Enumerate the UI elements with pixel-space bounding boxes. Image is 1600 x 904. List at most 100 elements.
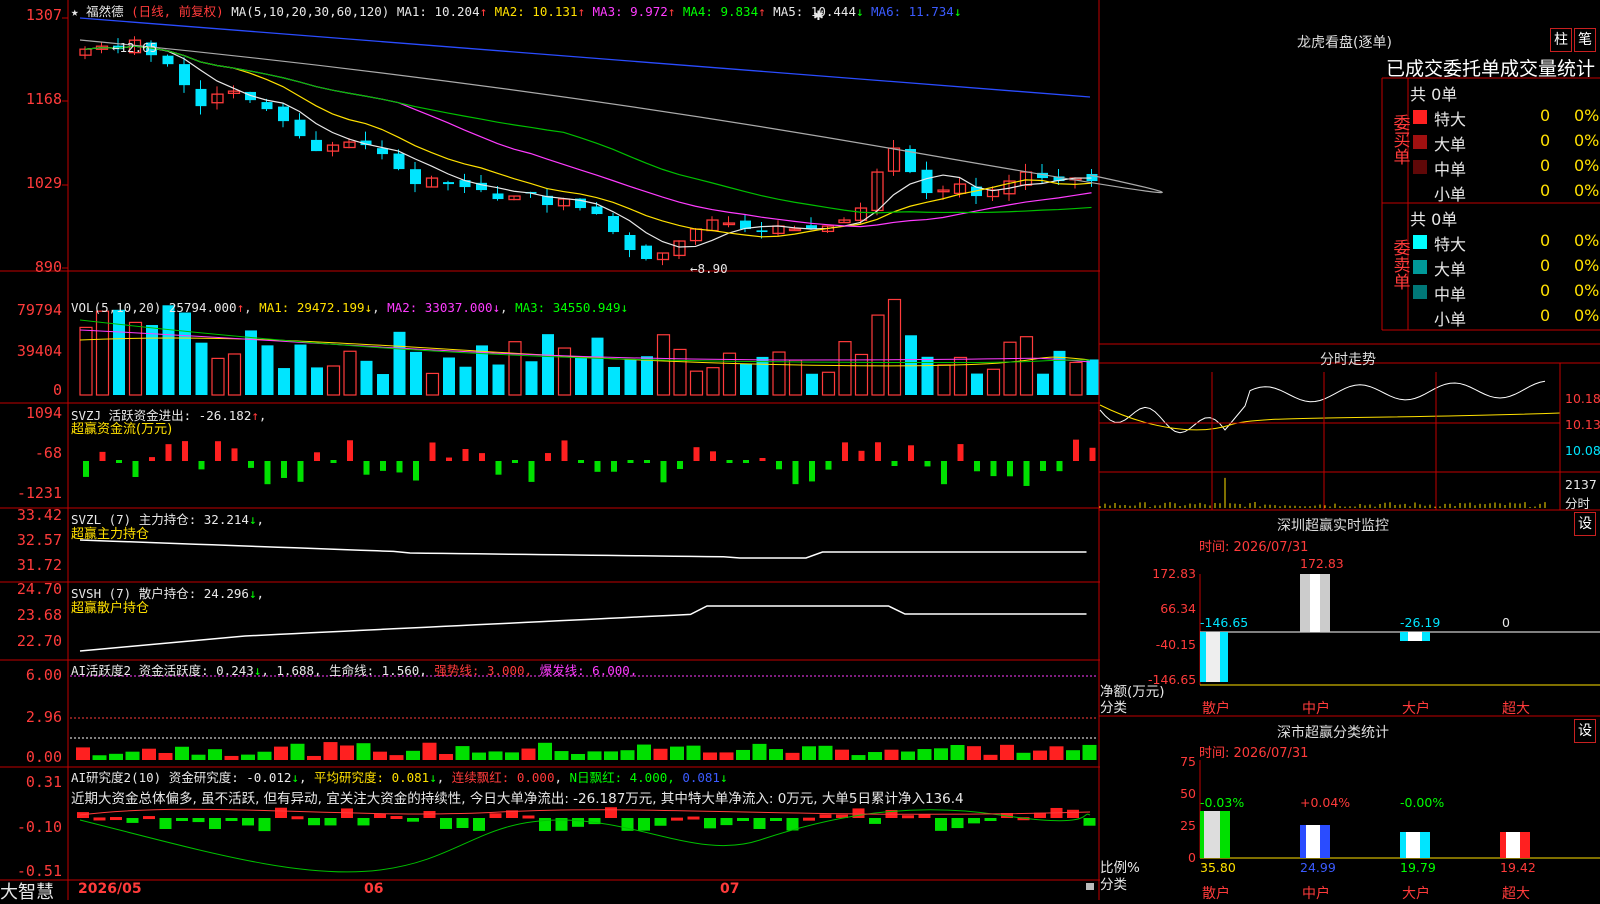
research-bar (176, 818, 188, 821)
category-label: 中户 (1302, 701, 1330, 717)
candle (377, 148, 388, 155)
category-label: 散户 (1202, 701, 1230, 717)
volume-bar (986, 368, 1001, 396)
flow-bar (149, 457, 155, 461)
activity-bar (142, 748, 156, 760)
candle (311, 139, 322, 152)
research-bar (225, 818, 238, 821)
annot-high: ←12.65 (112, 40, 158, 55)
activity-bar (736, 749, 750, 760)
flow-bar (726, 460, 733, 463)
classify-settings-button[interactable]: 设 (1574, 719, 1596, 743)
volume-bar (492, 364, 505, 395)
axis-svzj-2: -68 (34, 444, 62, 462)
legend-swatch (1413, 285, 1427, 299)
axis-price-2: 1168 (25, 90, 62, 108)
axis-svsh-3: 22.70 (16, 632, 62, 650)
flow-bar (1023, 461, 1030, 486)
volume-bar (887, 298, 902, 396)
flow-bar (1089, 447, 1096, 461)
order-type-label: 小单 (1434, 185, 1467, 204)
svzj-subtitle: 超赢资金流(万元) (71, 422, 173, 437)
activity-bar (1016, 752, 1031, 760)
intraday-vol-label: 分时 (1565, 496, 1591, 511)
volume-bar (689, 370, 704, 396)
flow-bar (347, 440, 353, 461)
activity-bar (604, 751, 618, 760)
svsh-subtitle: 超赢散户持仓 (71, 601, 150, 616)
ma-line (84, 45, 1092, 238)
activity-bar (439, 753, 453, 760)
research-bar (968, 818, 980, 824)
flow-bar (132, 461, 139, 478)
order-qty: 0 (1540, 131, 1551, 150)
candle (756, 230, 768, 233)
flow-bar (281, 461, 287, 478)
monitor-axis-1: 172.83 (1152, 566, 1196, 581)
flow-bar (825, 461, 832, 470)
research-bar (753, 818, 766, 829)
activity-bar (538, 742, 552, 760)
classify-bar (1506, 832, 1520, 858)
activity-bar (703, 752, 717, 760)
volume-bar (740, 363, 752, 395)
flow-bar (314, 452, 320, 461)
monitor-xlabel: 分类 (1100, 700, 1127, 716)
classify-axis-2: 50 (1180, 786, 1196, 801)
order-qty: 0 (1540, 181, 1551, 200)
ma-value-3: MA3: 9.972↑ (585, 4, 676, 19)
flow-bar (99, 451, 106, 461)
activity-bar (257, 751, 272, 760)
volume-bar (806, 373, 818, 395)
chart-canvas[interactable] (0, 0, 1600, 900)
classify-bar (1306, 825, 1320, 858)
classify-value-label: 35.80 (1200, 860, 1236, 875)
research-bar (93, 817, 106, 821)
intraday-axis-2: 10.13 (1565, 417, 1600, 432)
category-label: 大户 (1402, 886, 1430, 902)
buy-total: 共 0单 (1410, 85, 1458, 104)
order-pct: 0% (1574, 131, 1600, 150)
candle (410, 169, 421, 185)
volume-bar (1003, 341, 1017, 396)
research-bar (687, 816, 700, 820)
candle (294, 119, 306, 137)
research-bar (654, 818, 667, 826)
activity-bar (241, 754, 255, 760)
monitor-value-label: 172.83 (1300, 556, 1344, 571)
star-icon[interactable]: ★ (71, 4, 79, 19)
axis-ai1-1: 6.00 (25, 666, 62, 684)
flow-bar (776, 461, 782, 470)
classify-change-label: -0.00% (1400, 795, 1445, 810)
activity-bar (1082, 744, 1097, 760)
candle (393, 153, 405, 170)
activity-bar (1000, 744, 1014, 760)
classify-title: 深市超赢分类统计 (1277, 725, 1389, 741)
research-bar (110, 817, 122, 821)
research-bar (704, 818, 716, 829)
research-bar (374, 813, 386, 818)
volume-bar (772, 351, 786, 396)
monitor-settings-button[interactable]: 设 (1574, 512, 1596, 536)
activity-bar (884, 749, 899, 760)
ma-values: MA1: 10.204↑ MA2: 10.131↑ MA3: 9.972↑ MA… (397, 4, 962, 19)
research-bar (423, 811, 436, 818)
candle (261, 102, 273, 110)
period-label[interactable]: (日线, 前复权) (131, 4, 224, 19)
candle (591, 206, 603, 215)
volume-bar (261, 345, 274, 395)
activity-bar (719, 752, 734, 760)
flow-bar (908, 445, 914, 461)
marker-icon: ✱ (813, 9, 824, 24)
category-label: 散户 (1202, 886, 1230, 902)
axis-ai1-2: 2.96 (25, 708, 62, 726)
research-bar (489, 813, 502, 818)
activity-bar (323, 742, 338, 760)
tick-mode-button[interactable]: 笔 (1574, 28, 1596, 52)
bar-mode-button[interactable]: 柱 (1550, 28, 1572, 52)
classify-bar (1406, 832, 1420, 858)
volume-bar (641, 356, 653, 395)
classify-axis-4: 0 (1188, 850, 1196, 865)
flow-bar (891, 461, 898, 467)
lock-icon[interactable] (1086, 883, 1094, 890)
